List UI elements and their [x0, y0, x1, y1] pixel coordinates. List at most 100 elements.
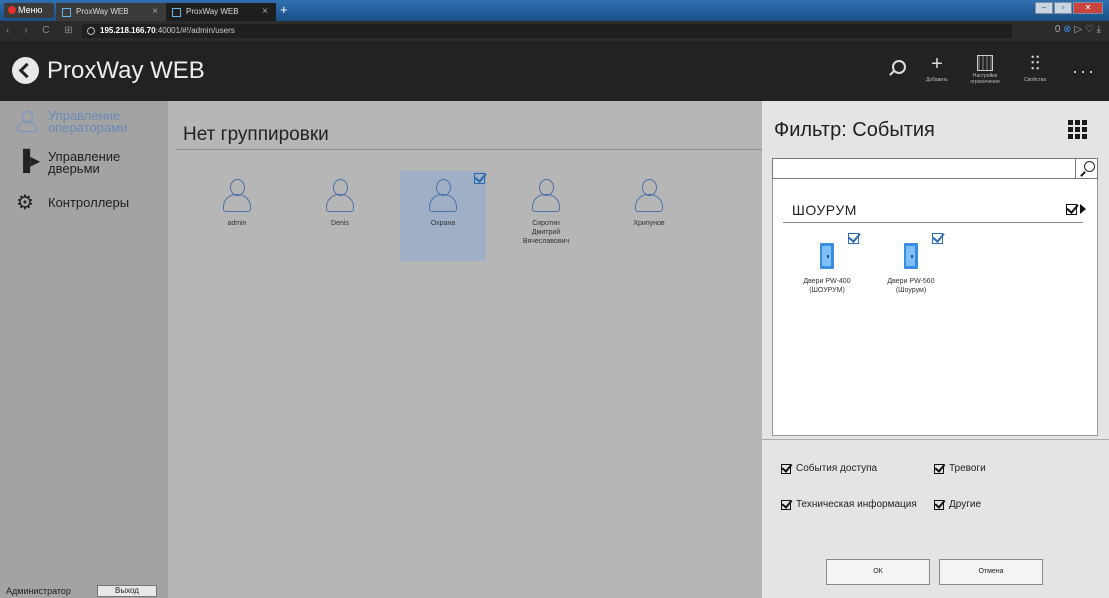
access-events-checkbox[interactable]: События доступа — [781, 463, 877, 474]
limit-settings-button[interactable]: Настройки ограничения — [968, 51, 1002, 85]
device-card[interactable]: Двери PW-560 (Шоурум) — [876, 233, 946, 295]
download-icon[interactable]: ⤓ — [1097, 24, 1101, 35]
door-exit-icon: ▐▸ — [16, 150, 41, 172]
close-tab-icon[interactable]: × — [262, 3, 268, 21]
close-tab-icon[interactable]: × — [152, 3, 158, 21]
address-bar-actions: 0 ⊗ ▷ ♡ ⤓ — [1055, 24, 1101, 35]
user-icon — [222, 179, 252, 213]
operator-card[interactable]: Хрипунов — [606, 171, 692, 261]
device-list: ШОУРУМ Двери PW-400 (ШОУРУМ) Двери PW-56… — [772, 179, 1098, 436]
user-icon — [531, 179, 561, 213]
door-icon — [904, 243, 918, 269]
option-label: Другие — [949, 499, 982, 510]
more-button[interactable]: ··· — [1072, 61, 1096, 82]
user-icon — [428, 179, 458, 213]
technical-info-checkbox[interactable]: Техническая информация — [781, 499, 917, 510]
plus-icon: + — [931, 53, 943, 75]
user-icon — [634, 179, 664, 213]
url-field[interactable]: 195.218.166.70:40001/#!/admin/users — [82, 24, 1012, 38]
sidebar-footer: Администратор Выход — [0, 585, 168, 598]
device-card[interactable]: Двери PW-400 (ШОУРУМ) — [792, 233, 862, 295]
sidebar-item-doors[interactable]: ▐▸ Управление дверьми — [16, 149, 148, 176]
app-header: ProxWay WEB + Добавить Настройки огранич… — [0, 41, 1109, 101]
badge-count: 0 — [1054, 24, 1061, 35]
option-label: Техническая информация — [796, 499, 917, 510]
group-name: ШОУРУМ — [792, 202, 857, 218]
sidebar-item-label: Управление операторами — [48, 108, 128, 135]
expand-arrow-icon[interactable] — [1080, 204, 1086, 214]
other-checkbox[interactable]: Другие — [934, 499, 981, 510]
browser-tab[interactable]: ProxWay WEB × — [56, 3, 166, 21]
favicon-icon — [172, 8, 181, 17]
operator-name: Охрана — [430, 220, 456, 227]
browser-tab-active[interactable]: ProxWay WEB × — [166, 3, 276, 21]
add-label: Добавить — [925, 77, 949, 83]
filter-panel: Фильтр: События ШОУРУМ Двери PW-400 (ШОУ… — [762, 101, 1109, 598]
browser-menu-button[interactable]: Меню — [4, 3, 54, 18]
heart-icon[interactable]: ♡ — [1085, 24, 1094, 35]
properties-button[interactable]: ⫶⫶ Свойства — [1020, 51, 1050, 83]
checkmark-icon[interactable] — [848, 233, 859, 244]
operator-name: Denis — [331, 220, 349, 227]
checkbox-icon — [781, 463, 791, 474]
divider — [762, 439, 1109, 440]
operator-card-selected[interactable]: Охрана — [400, 171, 486, 261]
current-user-label: Администратор — [6, 586, 71, 596]
operator-name: admin — [227, 220, 247, 227]
group-checkbox[interactable] — [1066, 204, 1077, 215]
filter-search-input[interactable] — [772, 158, 1098, 179]
checkmark-icon[interactable] — [932, 233, 943, 244]
operator-card[interactable]: Denis — [297, 171, 383, 261]
device-name: Двери PW-560 (Шоурум) — [887, 278, 935, 294]
checkbox-icon — [781, 499, 791, 510]
close-window-button[interactable]: ✕ — [1073, 2, 1103, 14]
address-bar: ‹ › C ⊞ 195.218.166.70:40001/#!/admin/us… — [0, 21, 1109, 41]
browser-tab-title: ProxWay WEB — [76, 7, 129, 16]
sidebar-item-label: Контроллеры — [48, 195, 130, 210]
ok-button[interactable]: ОК — [826, 559, 930, 585]
option-label: Тревоги — [949, 463, 986, 474]
minimize-button[interactable]: ‒ — [1035, 2, 1053, 14]
favicon-icon — [62, 8, 71, 17]
browser-tab-title: ProxWay WEB — [186, 7, 239, 16]
operator-name: Хрипунов — [633, 220, 665, 227]
sidebar: Управление операторами ▐▸ Управление две… — [0, 101, 168, 598]
checkmark-icon[interactable] — [474, 173, 485, 184]
sidebar-item-label: Управление дверьми — [48, 149, 121, 176]
operators-panel: Нет группировки admin Denis Охрана Сирот… — [168, 101, 762, 598]
search-icon[interactable] — [1080, 161, 1095, 175]
browser-nav-buttons[interactable]: ‹ › C ⊞ — [6, 25, 79, 36]
sliders-icon: ⫶⫶ — [1030, 53, 1040, 75]
alarms-checkbox[interactable]: Тревоги — [934, 463, 986, 474]
site-info-icon[interactable] — [87, 27, 95, 35]
cancel-button[interactable]: Отмена — [939, 559, 1043, 585]
sidebar-item-operators[interactable]: Управление операторами — [16, 108, 148, 135]
grid-view-icon[interactable] — [1068, 119, 1088, 139]
checkbox-icon — [934, 499, 944, 510]
app-title: ProxWay WEB — [47, 57, 205, 84]
keypad-icon — [977, 55, 993, 71]
operator-card[interactable]: Сиротин Дмитрий Вячеславович — [503, 171, 589, 261]
back-logo-icon[interactable] — [12, 57, 39, 84]
limit-settings-label: Настройки ограничения — [970, 73, 1000, 85]
maximize-button[interactable]: ▫ — [1054, 2, 1072, 14]
add-button[interactable]: + Добавить — [922, 51, 952, 83]
logout-button[interactable]: Выход — [97, 585, 157, 597]
operator-name: Сиротин Дмитрий Вячеславович — [522, 220, 570, 245]
send-icon[interactable]: ▷ — [1074, 24, 1082, 35]
page-title: Нет группировки — [183, 124, 329, 145]
gear-icon: ⚙ — [16, 192, 34, 214]
operator-card[interactable]: admin — [194, 171, 280, 261]
vpn-icon[interactable]: ⊗ — [1063, 24, 1071, 35]
search-icon[interactable] — [886, 58, 906, 78]
option-label: События доступа — [796, 463, 878, 474]
window-controls: ‒ ▫ ✕ — [1035, 2, 1103, 15]
divider — [1075, 159, 1076, 178]
url-path: :40001/#!/admin/users — [155, 26, 235, 35]
browser-tab-bar: Меню ProxWay WEB × ProxWay WEB × + ‒ ▫ ✕ — [0, 0, 1109, 21]
sidebar-item-controllers[interactable]: ⚙ Контроллеры — [16, 193, 129, 215]
url-host: 195.218.166.70 — [100, 26, 156, 35]
new-tab-button[interactable]: + — [280, 2, 288, 17]
checkbox-icon — [934, 463, 944, 474]
door-icon — [820, 243, 834, 269]
